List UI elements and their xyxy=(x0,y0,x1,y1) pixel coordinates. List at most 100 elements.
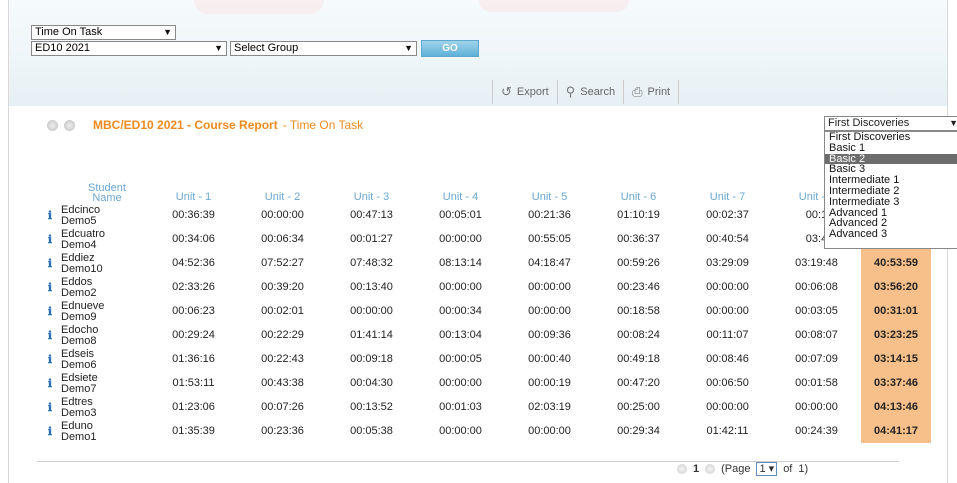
unit-time-cell: 00:13:04 xyxy=(439,329,482,341)
total-time-cell: 03:14:15 xyxy=(861,347,931,371)
unit-time-cell: 00:00:00 xyxy=(528,305,571,317)
student-name[interactable]: Edtres Demo3 xyxy=(61,395,149,419)
current-page: 1 xyxy=(693,463,700,475)
student-name[interactable]: Edcuatro Demo4 xyxy=(61,227,149,251)
student-name[interactable]: Eddos Demo2 xyxy=(61,275,149,299)
prev-page-icon[interactable] xyxy=(677,464,687,474)
total-time-cell: 04:13:46 xyxy=(861,395,931,419)
group-select[interactable]: Select Group ▼ xyxy=(230,41,417,56)
table-row: ℹ Eddos Demo2 02:33:26 00:39:20 00:13:40 00:00… xyxy=(39,275,931,299)
unit-time-cell: 07:48:32 xyxy=(350,257,393,269)
unit-time-cell: 00:21:36 xyxy=(528,209,571,221)
unit-time-cell: 00:00:34 xyxy=(439,305,482,317)
report-heading: MBC/ED10 2021 - Course Report - Time On … xyxy=(47,118,363,132)
unit-time-cell: 00:08:24 xyxy=(617,329,660,341)
info-icon[interactable]: ℹ xyxy=(39,323,61,347)
unit-time-cell: 01:41:14 xyxy=(350,329,393,341)
unit-time-cell: 04:18:47 xyxy=(528,257,571,269)
print-button[interactable]: ⎙ Print xyxy=(624,80,680,104)
info-icon[interactable]: ℹ xyxy=(39,275,61,299)
info-icon[interactable]: ℹ xyxy=(39,347,61,371)
unit-header[interactable]: Unit - 3 xyxy=(327,178,416,203)
unit-header[interactable]: Unit - 1 xyxy=(149,178,238,203)
unit-time-cell: 00:22:29 xyxy=(261,329,304,341)
unit-time-cell: 00:02:37 xyxy=(706,209,749,221)
student-name-header[interactable]: Student Name xyxy=(61,178,149,204)
unit-time-cell: 00:06:34 xyxy=(261,233,304,245)
report-type-select[interactable]: Time On Task ▼ xyxy=(31,25,176,40)
unit-time-cell: 00:08:46 xyxy=(706,353,749,365)
unit-header[interactable]: Unit - 7 xyxy=(683,178,772,203)
unit-time-cell: 00:13:52 xyxy=(350,401,393,413)
unit-time-cell: 00:59:26 xyxy=(617,257,660,269)
unit-time-cell: 00:01:58 xyxy=(795,377,838,389)
page-select[interactable]: 1 ▾ xyxy=(756,462,778,476)
unit-time-cell: 00:34:06 xyxy=(172,233,215,245)
level-option[interactable]: Intermediate 3 xyxy=(825,196,957,208)
export-button[interactable]: ↺ Export xyxy=(492,80,558,104)
print-icon: ⎙ xyxy=(632,84,643,99)
go-button[interactable]: GO xyxy=(421,40,479,57)
unit-header[interactable]: Unit - 4 xyxy=(416,178,505,203)
unit-time-cell: 01:23:06 xyxy=(172,401,215,413)
unit-time-cell: 00:47:13 xyxy=(350,209,393,221)
student-name[interactable]: Eddiez Demo10 xyxy=(61,251,149,275)
unit-time-cell: 00:18:58 xyxy=(617,305,660,317)
info-icon[interactable]: ℹ xyxy=(39,395,61,419)
report-toolbar: ↺ Export ⚲ Search ⎙ Print xyxy=(492,80,680,104)
info-icon[interactable]: ℹ xyxy=(39,299,61,323)
student-last-name: Demo7 xyxy=(61,383,97,395)
unit-time-cell: 00:08:07 xyxy=(795,329,838,341)
info-icon[interactable]: ℹ xyxy=(39,371,61,395)
pagination: 1 (Page 1 ▾ of 1) xyxy=(677,462,808,476)
export-icon: ↺ xyxy=(501,84,512,99)
info-icon[interactable]: ℹ xyxy=(39,227,61,251)
student-name[interactable]: Edsiete Demo7 xyxy=(61,371,149,395)
unit-time-cell: 00:05:01 xyxy=(439,209,482,221)
unit-time-cell: 00:00:40 xyxy=(528,353,571,365)
unit-time-cell: 00:40:54 xyxy=(706,233,749,245)
info-icon[interactable]: ℹ xyxy=(39,251,61,275)
student-name[interactable]: Ednueve Demo9 xyxy=(61,299,149,323)
total-time-cell: 04:41:17 xyxy=(861,419,931,443)
next-page-icon[interactable] xyxy=(705,464,716,474)
student-name[interactable]: Eduno Demo1 xyxy=(61,419,149,443)
unit-time-cell: 00:25:00 xyxy=(617,401,660,413)
level-select-value: First Discoveries xyxy=(828,117,910,129)
chevron-down-icon: ▼ xyxy=(163,27,172,37)
level-option[interactable]: Basic 1 xyxy=(825,142,957,154)
info-header xyxy=(39,178,61,203)
unit-time-cell: 00:00:00 xyxy=(528,281,571,293)
student-name[interactable]: Edocho Demo8 xyxy=(61,323,149,347)
unit-header[interactable]: Unit - 6 xyxy=(594,178,683,203)
total-time-cell: 03:37:46 xyxy=(861,371,931,395)
student-name[interactable]: Edcinco Demo5 xyxy=(61,203,149,227)
search-button[interactable]: ⚲ Search xyxy=(558,80,625,104)
info-icon[interactable]: ℹ xyxy=(39,203,61,227)
table-row: ℹ Edsiete Demo7 01:53:11 00:43:38 00:04:30 00:… xyxy=(39,371,931,395)
unit-time-cell: 00:09:18 xyxy=(350,353,393,365)
student-last-name: Demo4 xyxy=(61,239,97,251)
group-value: Select Group xyxy=(234,42,299,54)
unit-header[interactable]: Unit - 2 xyxy=(238,178,327,203)
report-type-value: Time On Task xyxy=(35,26,103,38)
class-select[interactable]: ED10 2021 ▼ xyxy=(31,41,227,56)
next-nav-icon[interactable] xyxy=(64,119,75,131)
total-time-cell: 40:53:59 xyxy=(861,251,931,275)
info-icon[interactable]: ℹ xyxy=(39,419,61,443)
filter-bar: Time On Task ▼ ED10 2021 ▼ Select Group … xyxy=(9,0,947,106)
prev-nav-icon[interactable] xyxy=(47,119,58,131)
unit-time-cell: 00:49:18 xyxy=(617,353,660,365)
unit-time-cell: 07:52:27 xyxy=(261,257,304,269)
unit-time-cell: 08:13:14 xyxy=(439,257,482,269)
table-row: ℹ Edseis Demo6 01:36:16 00:22:43 00:09:18 00:0… xyxy=(39,347,931,371)
unit-time-cell: 00:04:30 xyxy=(350,377,393,389)
level-select[interactable]: First Discoveries ▼ xyxy=(824,116,957,131)
unit-time-cell: 00:22:43 xyxy=(261,353,304,365)
student-name[interactable]: Edseis Demo6 xyxy=(61,347,149,371)
watermark xyxy=(479,0,629,12)
chevron-down-icon: ▼ xyxy=(404,43,413,53)
unit-time-cell: 00:00:00 xyxy=(439,377,482,389)
level-option[interactable]: Advanced 3 xyxy=(825,229,957,240)
unit-header[interactable]: Unit - 5 xyxy=(505,178,594,203)
